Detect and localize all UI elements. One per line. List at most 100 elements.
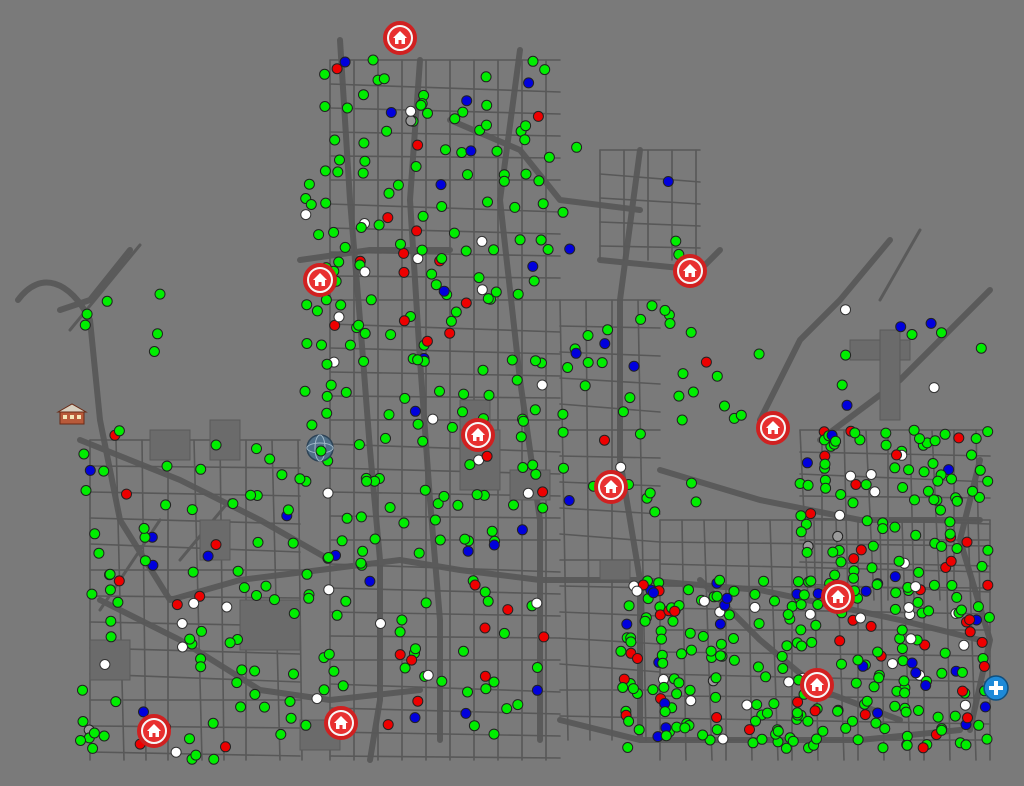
status-marker-active[interactable]	[625, 636, 637, 648]
status-marker-active[interactable]	[710, 691, 722, 703]
status-marker-idle[interactable]	[177, 641, 188, 653]
status-marker-active[interactable]	[358, 355, 370, 367]
status-marker-active[interactable]	[101, 295, 113, 307]
status-marker-active[interactable]	[951, 591, 963, 603]
status-marker-active[interactable]	[288, 608, 300, 619]
status-marker-active[interactable]	[410, 161, 422, 172]
status-marker-active[interactable]	[251, 590, 262, 601]
status-marker-active[interactable]	[339, 241, 351, 253]
status-marker-idle[interactable]	[615, 461, 627, 473]
status-marker-active[interactable]	[829, 569, 841, 581]
status-marker-idle[interactable]	[631, 585, 643, 597]
status-marker-active[interactable]	[918, 466, 930, 478]
status-marker-info[interactable]	[648, 587, 659, 599]
status-marker-active[interactable]	[579, 380, 591, 392]
status-marker-active[interactable]	[249, 688, 261, 700]
status-marker-active[interactable]	[353, 439, 365, 451]
status-marker-active[interactable]	[901, 739, 913, 751]
status-marker-active[interactable]	[245, 489, 257, 501]
status-marker-active[interactable]	[511, 374, 523, 386]
status-marker-active[interactable]	[685, 326, 697, 338]
status-marker-active[interactable]	[311, 305, 323, 317]
status-marker-active[interactable]	[104, 584, 116, 596]
status-marker-active[interactable]	[910, 529, 922, 541]
status-marker-active[interactable]	[677, 368, 689, 380]
status-marker-active[interactable]	[480, 683, 492, 695]
status-marker-active[interactable]	[299, 385, 311, 397]
status-marker-active[interactable]	[462, 169, 473, 181]
status-marker-active[interactable]	[832, 705, 844, 717]
status-marker-idle[interactable]	[804, 608, 816, 620]
house-icon[interactable]	[594, 470, 628, 504]
status-marker-active[interactable]	[383, 409, 395, 421]
status-marker-info[interactable]	[460, 707, 472, 719]
status-marker-idle[interactable]	[170, 746, 182, 758]
status-marker-active[interactable]	[690, 496, 702, 508]
status-marker-active[interactable]	[982, 426, 994, 438]
status-marker-active[interactable]	[184, 633, 196, 645]
status-marker-active[interactable]	[557, 408, 569, 420]
status-marker-active[interactable]	[624, 392, 636, 404]
status-marker-active[interactable]	[861, 515, 873, 527]
status-marker-active[interactable]	[321, 358, 333, 370]
status-marker-alert[interactable]	[481, 450, 493, 462]
status-marker-active[interactable]	[848, 572, 859, 584]
status-marker-alert[interactable]	[469, 579, 481, 591]
status-marker-active[interactable]	[939, 647, 951, 659]
status-marker-active[interactable]	[927, 458, 939, 469]
status-marker-active[interactable]	[452, 499, 464, 511]
status-marker-active[interactable]	[796, 640, 808, 652]
status-marker-active[interactable]	[634, 428, 646, 440]
status-marker-active[interactable]	[617, 406, 629, 418]
status-marker-active[interactable]	[355, 222, 367, 233]
city-map[interactable]	[0, 0, 1024, 786]
status-marker-idle[interactable]	[359, 266, 371, 278]
status-marker-active[interactable]	[340, 386, 352, 398]
status-marker-active[interactable]	[365, 294, 377, 306]
status-marker-alert[interactable]	[945, 555, 957, 567]
status-marker-active[interactable]	[319, 68, 331, 80]
status-marker-info[interactable]	[385, 107, 397, 118]
status-marker-active[interactable]	[456, 147, 468, 158]
status-marker-active[interactable]	[341, 102, 353, 114]
status-marker-info[interactable]	[563, 495, 575, 506]
status-marker-active[interactable]	[795, 526, 807, 538]
status-marker-active[interactable]	[710, 672, 722, 684]
status-marker-active[interactable]	[893, 555, 905, 567]
status-marker-active[interactable]	[359, 155, 371, 167]
status-marker-active[interactable]	[358, 137, 370, 149]
status-marker-idle[interactable]	[422, 669, 434, 681]
status-marker-active[interactable]	[686, 477, 697, 489]
status-marker-idle[interactable]	[99, 659, 111, 670]
status-marker-active[interactable]	[810, 619, 822, 631]
status-marker-active[interactable]	[464, 459, 476, 471]
status-marker-active[interactable]	[528, 275, 540, 287]
status-marker-idle[interactable]	[221, 601, 233, 613]
status-marker-active[interactable]	[935, 504, 946, 516]
status-marker-active[interactable]	[509, 201, 521, 213]
status-marker-active[interactable]	[512, 699, 524, 711]
status-marker-alert[interactable]	[412, 695, 424, 707]
status-marker-alert[interactable]	[331, 63, 343, 75]
status-marker-alert[interactable]	[113, 575, 125, 587]
status-marker-active[interactable]	[571, 141, 583, 153]
status-marker-alert[interactable]	[210, 539, 222, 551]
status-marker-active[interactable]	[697, 630, 709, 642]
status-marker-active[interactable]	[207, 717, 219, 729]
status-marker-active[interactable]	[190, 749, 202, 761]
status-marker-active[interactable]	[623, 600, 635, 612]
status-marker-active[interactable]	[436, 253, 448, 264]
status-marker-active[interactable]	[419, 484, 431, 496]
status-marker-active[interactable]	[811, 733, 822, 745]
status-marker-active[interactable]	[879, 723, 891, 735]
globe-icon[interactable]	[306, 434, 334, 462]
status-marker-active[interactable]	[956, 604, 967, 616]
status-marker-active[interactable]	[460, 245, 472, 257]
status-marker-active[interactable]	[285, 712, 297, 724]
status-marker-active[interactable]	[373, 219, 385, 231]
status-marker-idle[interactable]	[869, 486, 881, 498]
status-marker-active[interactable]	[697, 729, 709, 741]
status-marker-active[interactable]	[446, 421, 458, 433]
school-building-icon[interactable]	[56, 403, 88, 425]
status-marker-active[interactable]	[735, 409, 747, 421]
